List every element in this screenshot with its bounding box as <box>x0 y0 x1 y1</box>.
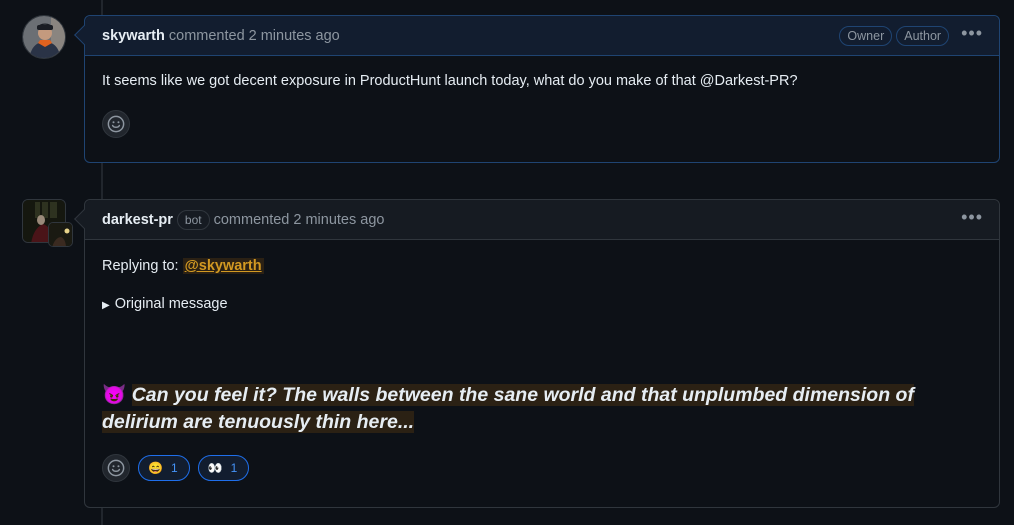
owner-label: Owner <box>839 25 893 46</box>
reaction-count: 1 <box>230 461 238 475</box>
bot-message: 😈 Can you feel it? The walls between the… <box>102 382 982 436</box>
kebab-horizontal-icon[interactable]: ••• <box>961 208 983 228</box>
comment-header: skywarth commented 2 minutes ago Owner A… <box>85 16 999 56</box>
comment-author[interactable]: darkest-pr <box>102 212 173 228</box>
details-summary: Original message <box>114 296 228 312</box>
add-reaction-button[interactable] <box>102 110 130 138</box>
reaction-smile-button[interactable]: 😄 1 <box>138 455 190 481</box>
timeline-line <box>101 162 103 200</box>
kebab-horizontal-icon[interactable]: ••• <box>961 24 983 44</box>
smiling-imp-emoji: 😈 <box>102 384 127 406</box>
comment-action: commented <box>213 211 290 228</box>
bot-badge: bot <box>176 209 210 230</box>
comment-body: Replying to: @skywarth ▶ Original message… <box>85 240 999 452</box>
comment-header: darkest-pr bot commented 2 minutes ago •… <box>85 200 999 240</box>
comment-action: commented <box>168 27 245 44</box>
replying-to-line: Replying to: @skywarth <box>102 258 982 274</box>
add-reaction-button[interactable] <box>102 454 130 482</box>
smiley-icon <box>107 459 125 477</box>
timeline-line <box>101 507 103 525</box>
avatar-image <box>23 16 65 58</box>
smile-emoji-icon: 😄 <box>148 461 163 475</box>
comment-timestamp[interactable]: 2 minutes ago <box>293 212 384 228</box>
bot-message-text: Can you feel it? The walls between the s… <box>102 384 914 433</box>
bot-app-avatar <box>48 222 73 247</box>
avatar-skywarth[interactable] <box>22 15 66 59</box>
reaction-eyes-button[interactable]: 👀 1 <box>197 455 250 481</box>
author-label: Author <box>896 25 950 46</box>
reaction-row <box>85 106 999 154</box>
timeline-line <box>101 0 103 16</box>
disclosure-triangle-icon: ▶ <box>102 300 110 311</box>
reaction-count: 1 <box>170 461 178 475</box>
bot-app-image <box>49 223 72 246</box>
comment-body: It seems like we got decent exposure in … <box>102 73 798 89</box>
eyes-emoji-icon: 👀 <box>207 461 223 475</box>
comment-author[interactable]: skywarth <box>102 28 165 44</box>
smiley-icon <box>107 115 125 133</box>
user-mention-link[interactable]: @skywarth <box>182 258 264 274</box>
comment-darkest-pr: darkest-pr bot commented 2 minutes ago •… <box>74 199 1000 508</box>
reaction-row: 😄 1 👀 1 <box>85 452 999 498</box>
comment-skywarth: skywarth commented 2 minutes ago Owner A… <box>74 15 1000 163</box>
comment-timestamp[interactable]: 2 minutes ago <box>249 28 340 44</box>
original-message-details[interactable]: ▶ Original message <box>102 296 982 312</box>
replying-label: Replying to: <box>102 258 179 274</box>
